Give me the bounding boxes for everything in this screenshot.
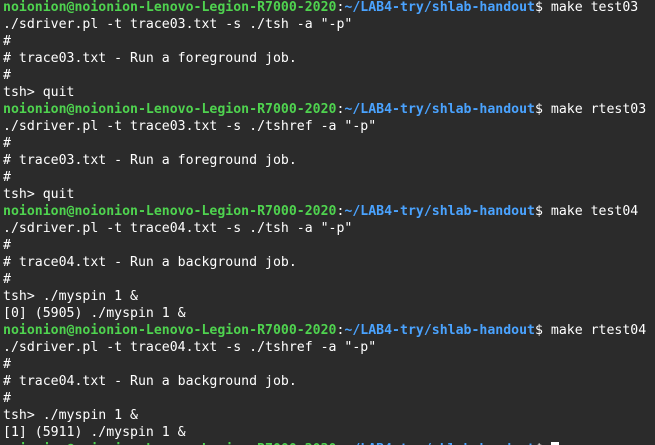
command-text: make rtest04 — [550, 323, 647, 338]
output-line: ./sdriver.pl -t trace04.txt -s ./tsh -a … — [3, 221, 353, 236]
prompt-path: ~/LAB4-try/shlab-handout — [344, 204, 535, 219]
output-line: # — [3, 170, 11, 185]
output-line: # trace03.txt - Run a foreground job. — [3, 51, 297, 66]
output-line: # trace03.txt - Run a foreground job. — [3, 153, 297, 168]
terminal-window[interactable]: noionion@noionion-Lenovo-Legion-R7000-20… — [0, 0, 655, 445]
output-line: # — [3, 238, 11, 253]
command-text: make test03 — [550, 0, 639, 15]
command-text: make test04 — [550, 204, 639, 219]
prompt-dollar: $ — [534, 204, 551, 219]
output-line: tsh> ./myspin 1 & — [3, 289, 138, 304]
prompt-path: ~/LAB4-try/shlab-handout — [344, 0, 535, 15]
output-line: # — [3, 136, 11, 151]
prompt-user-host: noionion@noionion-Lenovo-Legion-R7000-20… — [3, 323, 337, 338]
prompt-user-host: noionion@noionion-Lenovo-Legion-R7000-20… — [3, 204, 337, 219]
output-line: # trace04.txt - Run a background job. — [3, 374, 297, 389]
prompt-path: ~/LAB4-try/shlab-handout — [344, 323, 535, 338]
prompt-dollar: $ — [534, 0, 551, 15]
output-line: # — [3, 357, 11, 372]
command-text: make rtest03 — [550, 102, 647, 117]
output-line: tsh> quit — [3, 187, 75, 202]
prompt-dollar: $ — [534, 102, 551, 117]
prompt-line: noionion@noionion-Lenovo-Legion-R7000-20… — [3, 101, 655, 118]
output-line: # — [3, 391, 11, 406]
terminal-output: noionion@noionion-Lenovo-Legion-R7000-20… — [3, 0, 655, 445]
output-line: tsh> ./myspin 1 & — [3, 408, 138, 423]
prompt-user-host: noionion@noionion-Lenovo-Legion-R7000-20… — [3, 0, 337, 15]
output-line: # — [3, 272, 11, 287]
output-line: tsh> quit — [3, 85, 75, 100]
prompt-line: noionion@noionion-Lenovo-Legion-R7000-20… — [3, 203, 655, 220]
prompt-line: noionion@noionion-Lenovo-Legion-R7000-20… — [3, 441, 655, 445]
output-line: ./sdriver.pl -t trace04.txt -s ./tshref … — [3, 340, 377, 355]
prompt-user-host: noionion@noionion-Lenovo-Legion-R7000-20… — [3, 102, 337, 117]
prompt-path: ~/LAB4-try/shlab-handout — [344, 102, 535, 117]
output-line: # trace04.txt - Run a background job. — [3, 255, 297, 270]
prompt-line: noionion@noionion-Lenovo-Legion-R7000-20… — [3, 0, 655, 16]
prompt-dollar: $ — [534, 323, 551, 338]
prompt-line: noionion@noionion-Lenovo-Legion-R7000-20… — [3, 322, 655, 339]
output-line: ./sdriver.pl -t trace03.txt -s ./tsh -a … — [3, 17, 353, 32]
output-line: # — [3, 34, 11, 49]
output-line: # — [3, 68, 11, 83]
output-line: [1] (5911) ./myspin 1 & — [3, 425, 186, 440]
output-line: [0] (5905) ./myspin 1 & — [3, 306, 186, 321]
output-line: ./sdriver.pl -t trace03.txt -s ./tshref … — [3, 119, 377, 134]
